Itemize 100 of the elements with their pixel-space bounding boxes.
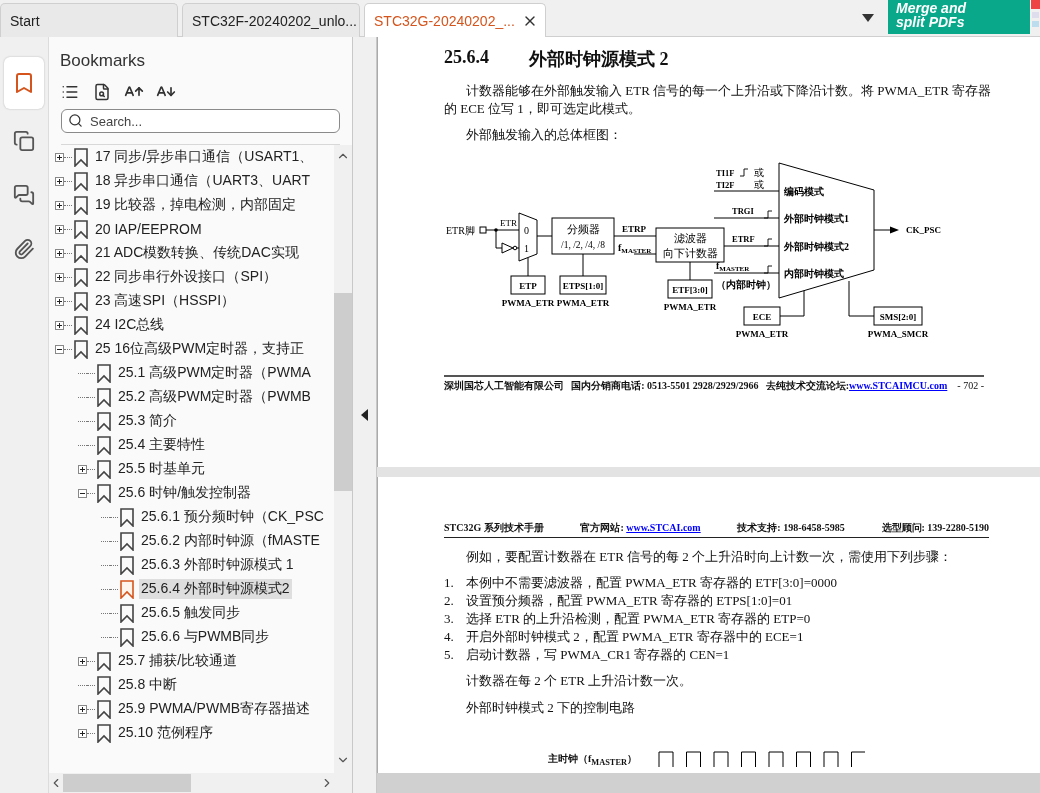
signal-label: TI1F bbox=[716, 168, 735, 178]
bookmark-item[interactable]: 25.1 高级PWM定时器（PWMA bbox=[116, 363, 313, 383]
prescaler-box: 分频器 /1, /2, /4, /8 bbox=[551, 217, 615, 255]
or-label: 或 bbox=[754, 179, 764, 190]
collapse-toggle[interactable] bbox=[55, 344, 64, 354]
document-tab[interactable]: Start bbox=[0, 3, 178, 37]
paragraph: 外部触发输入的总体框图： bbox=[465, 126, 623, 144]
pin-square bbox=[479, 226, 487, 234]
section-number: 25.6.4 bbox=[444, 47, 489, 67]
caret-icon[interactable] bbox=[862, 14, 874, 22]
bookmark-item[interactable]: 20 IAP/EEPROM bbox=[93, 220, 204, 238]
signal-note: （内部时钟） bbox=[716, 279, 776, 290]
bookmark-item[interactable]: 22 同步串行外设接口（SPI） bbox=[93, 267, 280, 287]
expand-toggle[interactable] bbox=[55, 176, 64, 186]
step-number: 4. bbox=[444, 628, 455, 646]
register-name: PWMA_ETR bbox=[735, 329, 789, 339]
collapse-panel-icon[interactable] bbox=[361, 409, 368, 421]
collapse-toggle[interactable] bbox=[78, 488, 87, 498]
mode-label: 外部时钟模式2 bbox=[784, 241, 849, 252]
step-text: 启动计数器，写 PWMA_CR1 寄存器的 CEN=1 bbox=[466, 646, 730, 664]
register-name: PWMA_ETR bbox=[663, 302, 717, 312]
bookmark-item[interactable]: 25.9 PWMA/PWMB寄存器描述 bbox=[116, 699, 313, 719]
expand-toggle[interactable] bbox=[78, 728, 87, 738]
bookmark-item[interactable]: 25.7 捕获/比较通道 bbox=[116, 651, 240, 671]
document-tab[interactable]: STC32F-20240202_unlo... bbox=[182, 3, 360, 37]
search-icon bbox=[68, 113, 83, 128]
register-name: PWMA_ETR bbox=[501, 298, 555, 308]
mux-input-label: 0 bbox=[524, 225, 529, 236]
forum-link[interactable]: www.STCAIMCU.com bbox=[848, 380, 948, 391]
mux-input-label: 1 bbox=[524, 243, 529, 254]
step-text: 选择 ETR 的上升沿检测，配置 PWMA_ETR 寄存器的 ETP=0 bbox=[466, 610, 811, 628]
horizontal-scrollbar[interactable] bbox=[377, 773, 1040, 793]
bookmark-item[interactable]: 25.2 高级PWM定时器（PWMB bbox=[116, 387, 313, 407]
scrollbar-thumb[interactable] bbox=[334, 293, 352, 491]
expand-toggle[interactable] bbox=[78, 704, 87, 714]
expand-toggle[interactable] bbox=[55, 272, 64, 282]
bookmark-item[interactable]: 25.6 时钟/触发控制器 bbox=[116, 483, 254, 503]
multiplexer bbox=[518, 212, 538, 262]
mode-label: 内部时钟模式 bbox=[784, 268, 844, 279]
bookmarks-tab[interactable] bbox=[4, 57, 44, 109]
bookmark-item[interactable]: 25.3 简介 bbox=[116, 411, 180, 431]
website-label: 官方网站: bbox=[580, 522, 625, 533]
register-box: ECE bbox=[743, 306, 781, 326]
register-name: PWMA_SMCR bbox=[867, 329, 929, 339]
step-text: 设置预分频器，配置 PWMA_ETR 寄存器的 ETPS[1:0]=01 bbox=[466, 592, 793, 610]
signal-label: TI2F bbox=[716, 180, 735, 190]
paragraph: 外部时钟模式 2 下的控制电路 bbox=[466, 699, 636, 717]
expand-toggle[interactable] bbox=[78, 464, 87, 474]
footer-forum-label: 去纯技术交流论坛: bbox=[765, 380, 849, 391]
bookmark-item[interactable]: 25.6.5 触发同步 bbox=[139, 603, 242, 623]
register-box: SMS[2:0] bbox=[873, 306, 923, 326]
signal-label: TRGI bbox=[732, 206, 754, 216]
register-name: PWMA_ETR bbox=[556, 298, 610, 308]
pin-label: ETR脚 bbox=[446, 225, 475, 236]
bookmark-item[interactable]: 25.6.2 内部时钟源（fMASTE bbox=[139, 531, 322, 551]
page-number: - 702 - bbox=[957, 380, 984, 391]
signal-label: ETRP bbox=[622, 224, 646, 234]
bookmark-item[interactable]: 18 异步串口通信（UART3、UART bbox=[93, 171, 312, 191]
bookmark-item[interactable]: 19 比较器，掉电检测，内部固定 bbox=[93, 195, 299, 215]
bookmark-item[interactable]: 25.6.1 预分频时钟（CK_PSC bbox=[139, 507, 326, 527]
signal-label: f$_{MASTER}$ bbox=[618, 242, 652, 255]
bookmark-item[interactable]: 25.8 中断 bbox=[116, 675, 180, 695]
comments-icon bbox=[13, 184, 35, 206]
expand-toggle[interactable] bbox=[55, 296, 64, 306]
bookmark-item[interactable]: 25 16位高级PWM定时器，支持正 bbox=[93, 339, 307, 359]
bookmark-item[interactable]: 25.5 时基单元 bbox=[116, 459, 208, 479]
manual-title: STC32G 系列技术手册 bbox=[444, 521, 544, 535]
section-title: 外部时钟源模式 2 bbox=[529, 48, 669, 67]
inverter-drawing bbox=[501, 242, 518, 254]
expand-toggle[interactable] bbox=[55, 320, 64, 330]
mode-label: 编码模式 bbox=[784, 186, 824, 197]
junction-dot bbox=[494, 228, 498, 232]
expand-toggle[interactable] bbox=[78, 656, 87, 666]
footer-company: 深圳国芯人工智能有限公司 bbox=[444, 379, 564, 393]
bookmark-item[interactable]: 24 I2C总线 bbox=[93, 315, 167, 335]
bookmark-item[interactable]: 25.6.4 外部时钟源模式2 bbox=[139, 579, 292, 599]
bookmark-item[interactable]: 23 高速SPI（HSSPI） bbox=[93, 291, 238, 311]
bookmark-item[interactable]: 25.10 范例程序 bbox=[116, 723, 215, 743]
expand-toggle[interactable] bbox=[55, 224, 64, 234]
website-link[interactable]: www.STCAI.com bbox=[626, 522, 701, 533]
support-phone: 技术支持: 198-6458-5985 bbox=[737, 521, 845, 535]
expand-toggle[interactable] bbox=[55, 200, 64, 210]
bookmark-item[interactable]: 21 ADC模数转换、传统DAC实现 bbox=[93, 243, 301, 263]
step-number: 2. bbox=[444, 592, 455, 610]
output-label: CK_PSC bbox=[906, 225, 941, 235]
or-label: 或 bbox=[754, 167, 764, 178]
pages-icon bbox=[13, 130, 35, 152]
expand-toggle[interactable] bbox=[55, 248, 64, 258]
register-box: ETPS[1:0] bbox=[559, 275, 607, 295]
scrollbar-thumb[interactable] bbox=[63, 774, 191, 792]
bookmark-item[interactable]: 17 同步/异步串口通信（USART1、 bbox=[93, 147, 316, 167]
bookmark-item[interactable]: 25.6.3 外部时钟源模式 1 bbox=[139, 555, 296, 575]
step-text: 开启外部时钟模式 2，配置 PWMA_ETR 寄存器中的 ECE=1 bbox=[466, 628, 804, 646]
search-field[interactable]: Search... bbox=[61, 109, 340, 133]
signal-label: ETRF bbox=[732, 234, 755, 244]
expand-toggle[interactable] bbox=[55, 152, 64, 162]
document-tab[interactable]: STC32G-20240202_... bbox=[364, 3, 546, 37]
step-number: 3. bbox=[444, 610, 455, 628]
bookmark-item[interactable]: 25.4 主要特性 bbox=[116, 435, 208, 455]
bookmark-item[interactable]: 25.6.6 与PWMB同步 bbox=[139, 627, 272, 647]
